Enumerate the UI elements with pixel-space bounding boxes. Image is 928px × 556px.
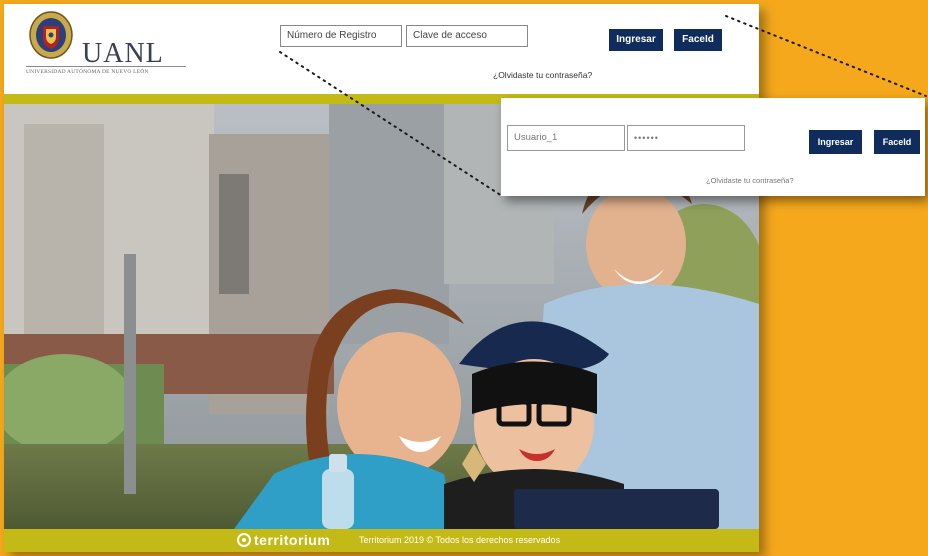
login-button[interactable]: Ingresar — [609, 29, 663, 51]
territorium-brand: territorium — [237, 532, 330, 548]
target-circle-icon — [237, 533, 251, 547]
faceid-button[interactable]: FaceId — [674, 29, 722, 51]
brand-text: territorium — [254, 532, 331, 548]
access-key-input[interactable]: Clave de acceso — [406, 25, 528, 47]
copyright-text: Territorium 2019 © Todos los derechos re… — [359, 535, 561, 545]
zoomed-username-input[interactable]: Usuario_1 — [507, 125, 625, 151]
header: UANL UNIVERSIDAD AUTÓNOMA DE NUEVO LEÓN … — [4, 4, 759, 94]
zoomed-faceid-button[interactable]: FaceId — [874, 130, 920, 154]
zoomed-login-button[interactable]: Ingresar — [809, 130, 862, 154]
university-seal-icon — [29, 11, 73, 59]
login-page: UANL UNIVERSIDAD AUTÓNOMA DE NUEVO LEÓN … — [4, 4, 759, 552]
uanl-logo: UANL UNIVERSIDAD AUTÓNOMA DE NUEVO LEÓN — [24, 10, 186, 80]
registration-number-input[interactable]: Número de Registro — [280, 25, 402, 47]
forgot-password-link[interactable]: ¿Olvidaste tu contraseña? — [493, 70, 592, 80]
zoomed-login-callout: Usuario_1 •••••• Ingresar FaceId ¿Olvida… — [501, 98, 925, 196]
logo-subtext: UNIVERSIDAD AUTÓNOMA DE NUEVO LEÓN — [26, 66, 186, 75]
footer: territorium Territorium 2019 © Todos los… — [4, 529, 759, 552]
zoomed-forgot-password-link[interactable]: ¿Olvidaste tu contraseña? — [706, 176, 794, 185]
zoomed-password-input[interactable]: •••••• — [627, 125, 745, 151]
